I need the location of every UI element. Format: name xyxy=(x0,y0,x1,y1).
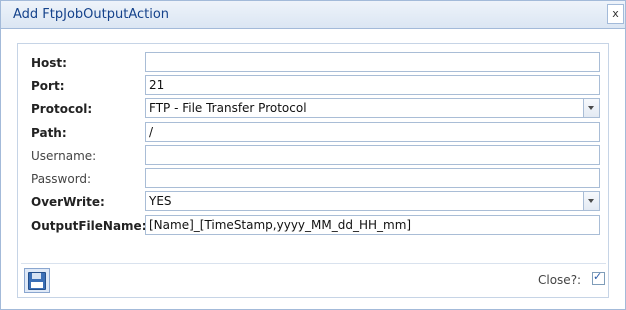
form-row-port: Port: 21 xyxy=(18,75,608,95)
close-checkbox[interactable]: ✓ xyxy=(592,270,605,285)
form-row-host: Host: xyxy=(18,52,608,72)
port-input[interactable]: 21 xyxy=(145,75,600,95)
overwrite-select[interactable]: YES xyxy=(145,191,600,211)
outputfilename-input[interactable]: [Name]_[TimeStamp,yyyy_MM_dd_HH_mm] xyxy=(145,215,600,235)
protocol-label: Protocol: xyxy=(31,102,93,116)
path-input[interactable]: / xyxy=(145,122,600,142)
footer-divider xyxy=(21,263,606,264)
close-checkbox-label: Close?: xyxy=(538,273,582,287)
protocol-dropdown-button[interactable] xyxy=(583,99,599,117)
form-row-username: Username: xyxy=(18,145,608,165)
form-row-path: Path: / xyxy=(18,122,608,142)
chevron-down-icon xyxy=(588,106,594,110)
checkmark-icon: ✓ xyxy=(593,270,603,283)
form-row-overwrite: OverWrite: YES xyxy=(18,191,608,211)
form-row-password: Password: xyxy=(18,168,608,188)
host-label: Host: xyxy=(31,56,67,70)
form-row-protocol: Protocol: FTP - File Transfer Protocol xyxy=(18,98,608,118)
close-button[interactable]: x xyxy=(607,4,624,24)
title-bar[interactable]: Add FtpJobOutputAction x xyxy=(1,1,625,29)
host-input[interactable] xyxy=(145,52,600,72)
outputfilename-label: OutputFileName: xyxy=(31,219,147,233)
password-input[interactable] xyxy=(145,168,600,188)
password-label: Password: xyxy=(31,172,92,186)
protocol-select[interactable]: FTP - File Transfer Protocol xyxy=(145,98,600,118)
dialog-window: Add FtpJobOutputAction x Host: Port: 21 … xyxy=(0,0,626,310)
protocol-value: FTP - File Transfer Protocol xyxy=(149,101,307,115)
path-label: Path: xyxy=(31,126,67,140)
chevron-down-icon xyxy=(588,199,594,203)
floppy-disk-icon xyxy=(28,272,46,290)
port-label: Port: xyxy=(31,79,65,93)
save-button[interactable] xyxy=(24,268,50,293)
username-label: Username: xyxy=(31,149,97,163)
overwrite-dropdown-button[interactable] xyxy=(583,192,599,210)
username-input[interactable] xyxy=(145,145,600,165)
overwrite-value: YES xyxy=(149,194,172,208)
form-panel: Host: Port: 21 Protocol: FTP - File Tran… xyxy=(17,43,609,298)
form-row-outputfilename: OutputFileName: [Name]_[TimeStamp,yyyy_M… xyxy=(18,215,608,235)
overwrite-label: OverWrite: xyxy=(31,195,105,209)
window-title: Add FtpJobOutputAction xyxy=(13,7,170,22)
